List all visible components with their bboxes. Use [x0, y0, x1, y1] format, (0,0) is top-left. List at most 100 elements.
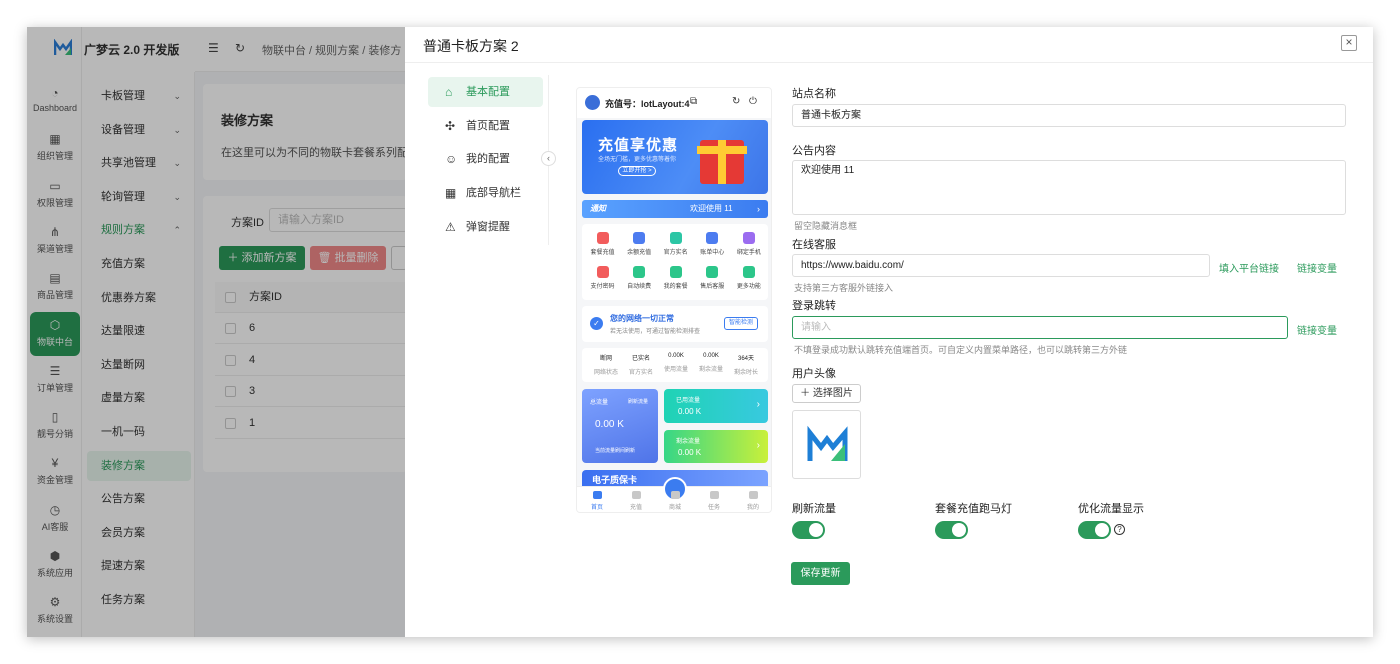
- stat-item: 364天 剩余时长: [730, 353, 762, 376]
- stat-label: 官方实名: [628, 370, 653, 376]
- save-button[interactable]: 保存更新: [791, 562, 850, 585]
- login-redirect-input[interactable]: 请输入: [792, 316, 1288, 339]
- gift-box-icon: [697, 140, 747, 184]
- site-name-input[interactable]: 普通卡板方案: [792, 104, 1346, 127]
- service-label: 绑定手机: [736, 250, 761, 256]
- service-icon: [596, 266, 609, 278]
- total-flow-hint: 当前流量刷间刷新: [595, 448, 636, 454]
- stat-value: 断网: [599, 356, 612, 362]
- used-flow-card: 已用流量 0.00 K ›: [664, 389, 768, 423]
- service-label: 售后客服: [700, 284, 725, 290]
- login-hint: 不填登录成功默认跳转充值端首页。可自定义内置菜单路径，也可以跳转第三方外链: [794, 345, 1128, 355]
- drawer-title: 普通卡板方案 2: [423, 38, 519, 54]
- used-flow-value: 0.00 K: [678, 407, 702, 416]
- tab-user[interactable]: ☺ 我的配置: [428, 144, 543, 174]
- service-icon: [706, 232, 719, 244]
- alarm-icon: ⚠: [445, 219, 456, 234]
- tab-puzzle[interactable]: ✣ 首页配置: [428, 111, 543, 141]
- tab-label: 基本配置: [466, 86, 510, 98]
- drawer-divider: [405, 62, 1373, 63]
- service-label: 更多功能: [736, 284, 761, 290]
- stat-value: 0.00K: [668, 353, 684, 359]
- phone-bottom-nav: 首页 充值 商城 任务 我的: [577, 477, 771, 512]
- network-subtitle: 若无法使用，可通过智能检测排查: [610, 329, 701, 335]
- network-title: 您的网络一切正常: [610, 314, 674, 323]
- service-icon: [742, 266, 755, 278]
- chevron-right-icon: ›: [756, 399, 760, 410]
- total-flow-label: 总流量: [590, 400, 609, 406]
- chevron-right-icon: ›: [757, 204, 760, 214]
- stat-label: 剩余流量: [698, 367, 723, 373]
- service-item: 官方实名: [657, 225, 694, 259]
- nav-label: 商城: [668, 505, 681, 511]
- toggle-switch[interactable]: [1078, 521, 1111, 539]
- stat-label: 网络状态: [593, 370, 618, 376]
- left-flow-card: 剩余流量 0.00 K ›: [664, 430, 768, 463]
- copy-icon: ⧉: [690, 96, 698, 107]
- help-icon[interactable]: ?: [1114, 524, 1125, 535]
- stat-value: 0.00K: [703, 353, 719, 359]
- service-label: 余额充值: [627, 250, 652, 256]
- tab-grid[interactable]: ▦ 底部导航栏: [428, 178, 543, 208]
- banner-button: 立即开抢 >: [618, 166, 656, 176]
- total-flow-card: 总流量 刷新流量 0.00 K 当前流量刷间刷新: [582, 389, 658, 463]
- nav-icon: [592, 491, 602, 499]
- nav-icon: [709, 491, 719, 499]
- tab-alarm[interactable]: ⚠ 弹窗提醒: [428, 212, 543, 242]
- nav-label: 首页: [590, 505, 603, 511]
- notice-bar: 通知 欢迎使用 11 ›: [582, 200, 768, 218]
- switch-label: 优化流量显示: [1078, 503, 1144, 515]
- service-item: 余额充值: [621, 225, 658, 259]
- phone-nav-item: 商城: [660, 491, 690, 511]
- service-item: 绑定手机: [730, 225, 767, 259]
- toggle-switch[interactable]: [935, 521, 968, 539]
- nav-label: 充值: [629, 505, 642, 511]
- service-label: 账单中心: [700, 250, 725, 256]
- phone-nav-item: 充值: [621, 491, 651, 511]
- tab-label: 弹窗提醒: [466, 220, 510, 233]
- online-service-input[interactable]: https://www.baidu.com/: [792, 254, 1210, 277]
- service-item: 售后客服: [694, 259, 731, 293]
- service-grid: 套餐充值 余额充值 官方实名 账单中心 绑定手机 支付密码 自动续费 我的套餐 售后客服 更多功能: [582, 224, 768, 300]
- used-flow-label: 已用流量: [676, 398, 701, 404]
- stats-row: 断网网络状态 已实名官方实名 0.00K 使用流量 0.00K 剩余流量 364天 剩余时长: [582, 348, 768, 382]
- avatar-logo-icon: [807, 425, 848, 461]
- choose-image-button[interactable]: ＋ 选择图片: [792, 384, 861, 403]
- login-redirect-label: 登录跳转: [792, 300, 836, 312]
- notice-text: 欢迎使用 11: [690, 204, 733, 213]
- tab-label: 首页配置: [466, 119, 510, 132]
- phone-nav-item: 首页: [582, 491, 612, 511]
- avatar-label: 用户头像: [792, 368, 836, 380]
- service-hint: 支持第三方客服外链接入: [794, 283, 894, 293]
- service-item: 支付密码: [584, 259, 621, 293]
- stat-value: 已实名: [631, 356, 650, 362]
- login-link-variable[interactable]: 链接变量: [1297, 322, 1337, 337]
- phone-nav-item: 任务: [699, 491, 729, 511]
- service-icon: [596, 232, 609, 244]
- service-item: 自动续费: [621, 259, 658, 293]
- toggle-switch[interactable]: [792, 521, 825, 539]
- fill-platform-link[interactable]: 填入平台链接: [1219, 260, 1279, 275]
- tab-home[interactable]: ⌂ 基本配置: [428, 77, 543, 107]
- stat-label: 使用流量: [663, 367, 688, 373]
- total-flow-value: 0.00 K: [595, 419, 624, 430]
- service-icon: [742, 232, 755, 244]
- notice-content-textarea[interactable]: 欢迎使用 11: [792, 160, 1346, 215]
- site-name-label: 站点名称: [792, 88, 836, 100]
- switch-label: 套餐充值跑马灯: [935, 503, 1012, 515]
- service-link-variable[interactable]: 链接变量: [1297, 260, 1337, 275]
- phone-header: 充值号：lotLayout:4 ⧉ ↻ ⏻: [577, 88, 771, 118]
- close-icon[interactable]: ×: [1341, 35, 1357, 51]
- puzzle-icon: ✣: [445, 118, 456, 133]
- notice-label: 通知: [590, 204, 606, 213]
- network-status-card: ✓ 您的网络一切正常 若无法使用，可通过智能检测排查 智能检测: [582, 306, 768, 342]
- phone-preview: 充值号：lotLayout:4 ⧉ ↻ ⏻ 充值享优惠 全场无门槛，更多优惠等着…: [576, 87, 772, 513]
- online-service-label: 在线客服: [792, 239, 836, 251]
- avatar-preview[interactable]: [792, 410, 861, 479]
- power-icon: ⏻: [749, 96, 757, 107]
- nav-icon: [670, 491, 680, 499]
- tab-label: 底部导航栏: [466, 187, 521, 200]
- reload-icon: ↻: [732, 96, 741, 107]
- chevron-right-icon: ›: [756, 440, 760, 451]
- collapse-chevron-icon[interactable]: ‹: [541, 151, 556, 166]
